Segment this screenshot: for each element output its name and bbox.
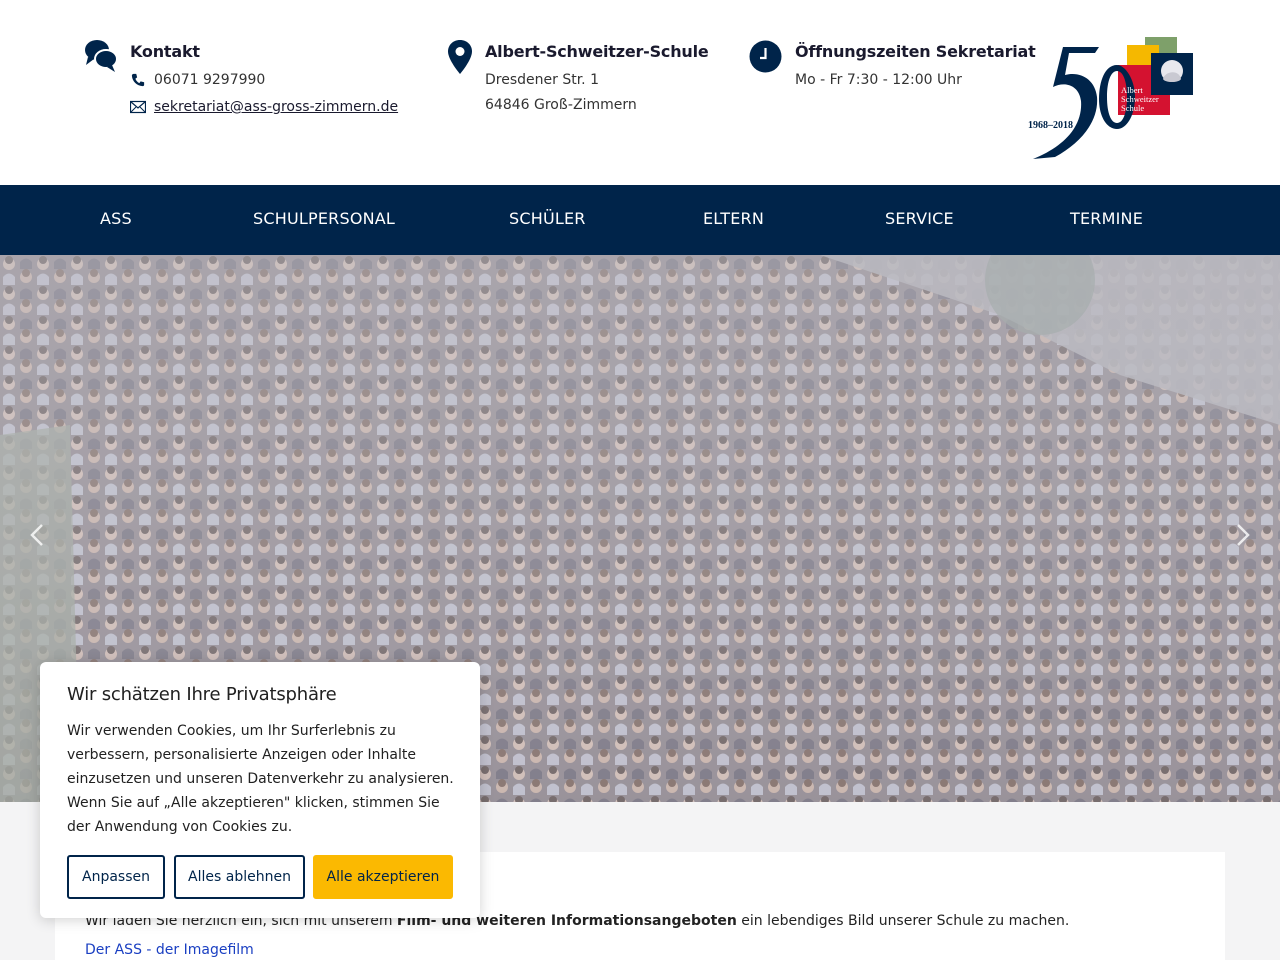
nav-item-termine[interactable]: TERMINE	[1070, 185, 1143, 255]
nav-item-service[interactable]: SERVICE	[885, 185, 954, 255]
nav-item-eltern[interactable]: ELTERN	[703, 185, 764, 255]
main-nav: ASS SCHULPERSONAL SCHÜLER ELTERN SERVICE…	[0, 185, 1280, 255]
cookie-text: Wir verwenden Cookies, um Ihr Surferlebn…	[67, 723, 454, 835]
nav-item-schueler[interactable]: SCHÜLER	[509, 185, 586, 255]
site-header: Kontakt 06071 9297990 sekretariat@ass-gr…	[0, 0, 1280, 185]
logo-text-3: Schule	[1121, 103, 1144, 113]
school-name: Albert-Schweitzer-Schule	[485, 42, 709, 61]
cookie-customize-button[interactable]: Anpassen	[67, 855, 165, 899]
opening-hours-text: Mo - Fr 7:30 - 12:00 Uhr	[795, 72, 962, 88]
map-pin-icon	[448, 40, 472, 74]
nav-item-schulpersonal[interactable]: SCHULPERSONAL	[253, 185, 395, 255]
city-address: 64846 Groß-Zimmern	[485, 97, 637, 113]
school-anniversary-logo[interactable]: Albert Schweitzer Schule 1968–2018	[1025, 35, 1197, 160]
cookie-title: Wir schätzen Ihre Privatsphäre	[67, 684, 337, 705]
contact-title: Kontakt	[130, 42, 200, 61]
slider-prev-arrow-icon[interactable]	[30, 523, 44, 547]
logo-years: 1968–2018	[1028, 120, 1073, 131]
email-line: sekretariat@ass-gross-zimmern.de	[130, 99, 398, 115]
email-link[interactable]: sekretariat@ass-gross-zimmern.de	[154, 99, 398, 115]
cookie-consent-dialog: Wir schätzen Ihre Privatsphäre Wir verwe…	[40, 662, 480, 918]
opening-hours-title: Öffnungszeiten Sekretariat	[795, 42, 1036, 61]
slider-next-arrow-icon[interactable]	[1236, 523, 1250, 547]
cookie-reject-button[interactable]: Alles ablehnen	[174, 855, 305, 899]
imagefilm-link[interactable]: Der ASS - der Imagefilm	[85, 942, 254, 958]
nav-item-ass[interactable]: ASS	[100, 185, 132, 255]
envelope-icon	[130, 100, 146, 114]
phone-number[interactable]: 06071 9297990	[154, 72, 265, 88]
chat-bubbles-icon	[85, 40, 118, 72]
clock-icon	[749, 40, 782, 73]
phone-icon	[131, 73, 145, 87]
phone-line: 06071 9297990	[130, 72, 265, 88]
cookie-accept-button[interactable]: Alle akzeptieren	[313, 855, 453, 899]
intro-text-end: ein lebendiges Bild unserer Schule zu ma…	[736, 913, 1070, 929]
street-address: Dresdener Str. 1	[485, 72, 599, 88]
